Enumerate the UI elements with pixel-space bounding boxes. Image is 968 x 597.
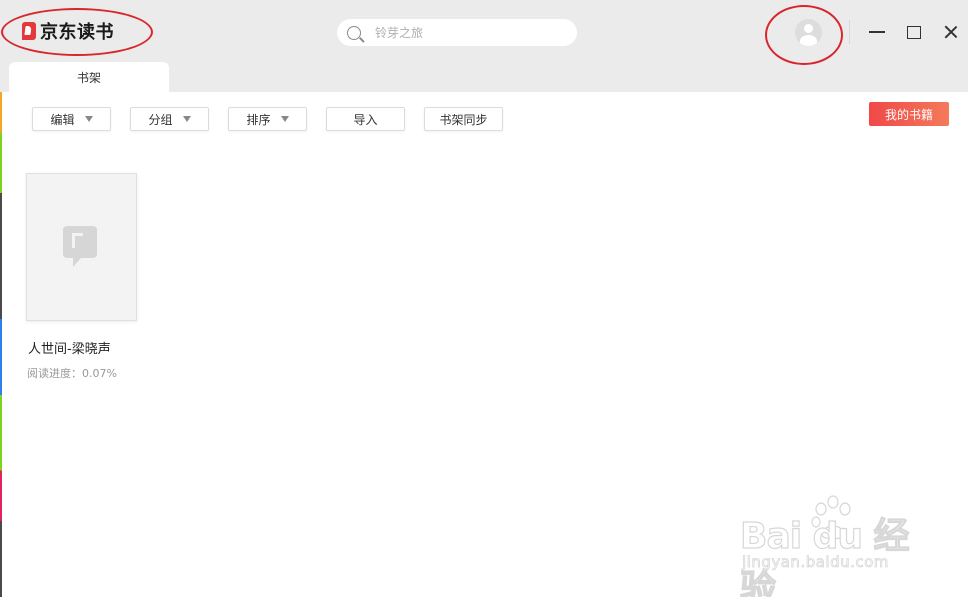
tab-bookshelf[interactable]: 书架 xyxy=(9,62,169,92)
shelf-sync-button[interactable]: 书架同步 xyxy=(424,107,503,131)
import-button-label: 导入 xyxy=(353,112,378,127)
book-placeholder-icon xyxy=(63,226,97,267)
minimize-button[interactable] xyxy=(865,20,889,44)
my-books-button[interactable]: 我的书籍 xyxy=(869,102,949,126)
book-cover[interactable] xyxy=(26,173,137,321)
book-title[interactable]: 人世间-梁晓声 xyxy=(28,338,111,357)
watermark-brand: Bai du 经验 xyxy=(739,515,910,597)
app-logo-text: 京东读书 xyxy=(40,22,114,43)
book-progress: 阅读进度：0.07% xyxy=(27,367,117,380)
left-edge-strip xyxy=(0,92,2,597)
my-books-button-label: 我的书籍 xyxy=(884,107,933,122)
search-box[interactable] xyxy=(337,19,577,46)
baidu-jingyan-watermark: Bai du 经验 jingyan.baidu.com xyxy=(739,495,920,597)
close-button[interactable] xyxy=(939,20,963,44)
sort-button[interactable]: 排序 xyxy=(228,107,307,131)
avatar-icon[interactable] xyxy=(795,19,822,46)
sort-button-label: 排序 xyxy=(246,112,271,127)
group-button-label: 分组 xyxy=(148,112,173,127)
maximize-icon xyxy=(907,25,921,39)
caret-down-icon xyxy=(280,116,289,122)
edit-button-label: 编辑 xyxy=(50,112,75,127)
edit-button[interactable]: 编辑 xyxy=(32,107,111,131)
group-button[interactable]: 分组 xyxy=(130,107,209,131)
window-controls-divider xyxy=(849,20,850,44)
app-logo: 京东读书 xyxy=(22,20,114,43)
minimize-icon xyxy=(869,31,885,33)
search-icon[interactable] xyxy=(347,25,361,40)
caret-down-icon xyxy=(84,116,93,122)
jd-read-logo-icon xyxy=(22,22,36,40)
shelf-sync-button-label: 书架同步 xyxy=(439,112,488,127)
import-button[interactable]: 导入 xyxy=(326,107,405,131)
watermark-url: jingyan.baidu.com xyxy=(742,553,889,572)
close-icon xyxy=(944,25,958,39)
maximize-button[interactable] xyxy=(902,20,926,44)
caret-down-icon xyxy=(182,116,191,122)
search-input[interactable] xyxy=(375,25,555,40)
tab-bookshelf-label: 书架 xyxy=(76,70,101,85)
